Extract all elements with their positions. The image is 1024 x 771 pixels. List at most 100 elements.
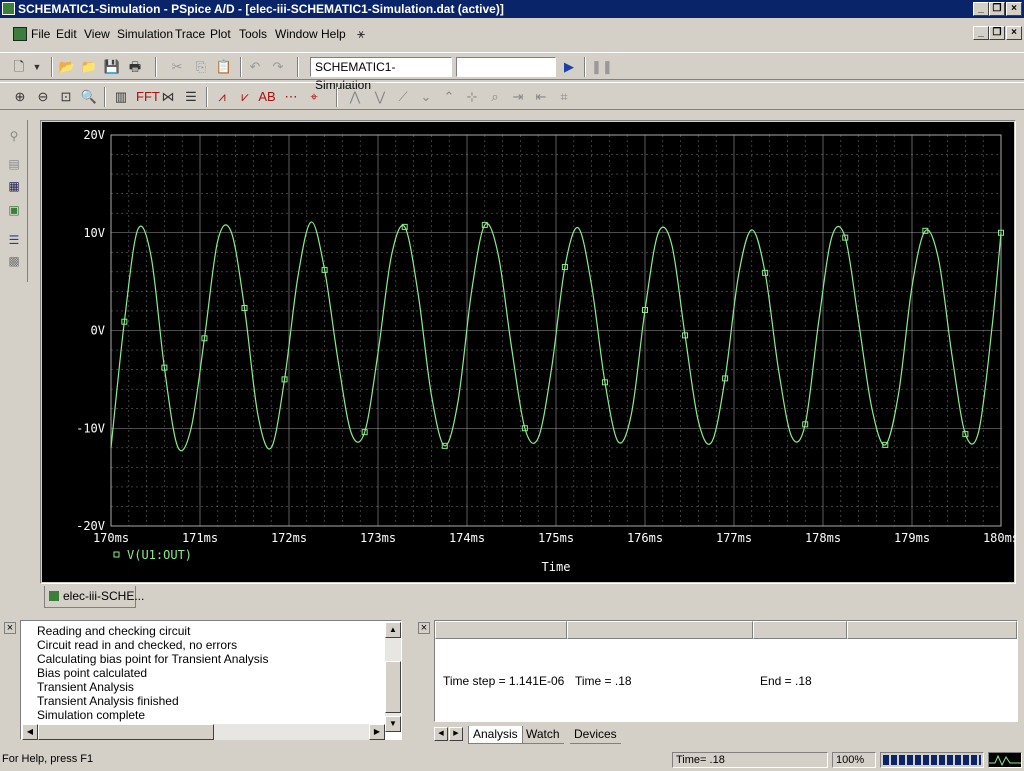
x-tick-label: 180ms <box>983 531 1015 545</box>
scroll-up-icon[interactable]: ▲ <box>385 622 401 638</box>
plot-canvas[interactable]: 170ms 171ms 172ms 173ms 174ms 175ms 176ms 177ms… <box>41 121 1015 583</box>
window-title: SCHEMATIC1-Simulation - PSpice A/D - [el… <box>18 2 504 16</box>
new-dropdown-arrow-icon[interactable]: ▼ <box>31 58 43 76</box>
menu-tools[interactable]: Tools <box>239 27 267 41</box>
scroll-left-icon[interactable]: ◀ <box>22 724 38 740</box>
log-line: Simulation complete <box>37 708 146 722</box>
log-line: Transient Analysis <box>37 680 134 694</box>
add-trace-icon[interactable]: ⩘ <box>213 88 231 106</box>
paste-icon[interactable]: 📋 <box>215 58 233 76</box>
tab-scroll-right-icon[interactable]: ▶ <box>449 727 463 741</box>
doc-minimize-button[interactable]: _ <box>973 26 989 40</box>
output-file-icon[interactable]: ▦ <box>5 178 23 194</box>
probe-icon[interactable]: ⚲ <box>5 128 23 144</box>
vertical-scroll-thumb[interactable] <box>385 661 401 713</box>
tab-analysis[interactable]: Analysis <box>468 726 523 744</box>
tab-devices[interactable]: Devices <box>570 726 621 744</box>
mark-label-icon[interactable]: ⌗ <box>555 88 573 106</box>
log-line: Calculating bias point for Transient Ana… <box>37 652 269 666</box>
status-bar: For Help, press F1 Time= .18 100% <box>0 750 1024 768</box>
fourier-icon[interactable]: FFT <box>136 88 160 106</box>
x-tick-label: 178ms <box>805 531 841 545</box>
status-zoom: 100% <box>832 752 876 768</box>
output-close-icon[interactable]: × <box>4 622 16 634</box>
menu-bar: File Edit View Simulation Trace Plot Too… <box>0 22 1024 46</box>
cursor-slope-icon[interactable]: ⟋ <box>394 88 412 106</box>
output-panel: × Reading and checking circuit Circuit r… <box>0 614 410 746</box>
menu-simulation[interactable]: Simulation <box>117 27 173 41</box>
scroll-down-icon[interactable]: ▼ <box>385 716 401 732</box>
delete-traces-icon[interactable]: ⩗ <box>236 88 254 106</box>
document-icon[interactable] <box>13 27 27 41</box>
cursor-trough-icon[interactable]: ⋁ <box>371 88 389 106</box>
watch-window-icon[interactable]: ▩ <box>5 253 23 269</box>
print-icon[interactable]: 🖶 <box>126 58 144 76</box>
doc-close-button[interactable]: × <box>1006 26 1022 40</box>
simulation-progress-fill <box>883 755 981 765</box>
simulation-status-panel: × Time step = 1.141E-06 Time = .18 End =… <box>414 614 1022 746</box>
menu-help[interactable]: Help <box>321 27 346 41</box>
cursor-max-icon[interactable]: ⌃ <box>440 88 458 106</box>
legend-label: V(U1:OUT) <box>127 548 192 562</box>
activity-waveform-icon <box>989 754 1021 767</box>
menu-trace[interactable]: Trace <box>175 27 205 41</box>
save-icon[interactable]: 💾 <box>103 58 121 76</box>
simulation-profile-select[interactable]: SCHEMATIC1-Simulation <box>310 57 452 92</box>
cursor-point-icon[interactable]: ⊹ <box>463 88 481 106</box>
netlist-icon[interactable]: ▤ <box>5 156 23 172</box>
message-window-icon[interactable]: ☰ <box>5 232 23 248</box>
zoom-area-icon[interactable]: ⊡ <box>57 88 75 106</box>
cursor-min-icon[interactable]: ⌄ <box>417 88 435 106</box>
maximize-button[interactable]: ❐ <box>989 2 1005 16</box>
horizontal-scroll-thumb[interactable] <box>38 724 214 740</box>
performance-analysis-icon[interactable]: ⋈ <box>159 88 177 106</box>
doc-restore-button[interactable]: ❐ <box>989 26 1005 40</box>
menu-file[interactable]: File <box>31 27 50 41</box>
undo-icon[interactable]: ↶ <box>246 58 264 76</box>
zoom-out-icon[interactable]: ⊖ <box>34 88 52 106</box>
axis-settings-icon[interactable]: ▥ <box>112 88 130 106</box>
cursor-next-transition-icon[interactable]: ⇥ <box>509 88 527 106</box>
section-select[interactable] <box>456 57 556 77</box>
status-close-icon[interactable]: × <box>418 622 430 634</box>
cursor-search-icon[interactable]: ⌕ <box>486 88 504 106</box>
y-tick-label: 0V <box>91 324 105 338</box>
menu-view[interactable]: View <box>84 27 110 41</box>
new-file-icon[interactable]: 🗋 <box>10 58 28 76</box>
status-header-cell <box>567 621 753 639</box>
context-help-icon[interactable]: ⚹ <box>352 25 370 43</box>
tab-scroll-left-icon[interactable]: ◀ <box>434 727 448 741</box>
evaluate-measurement-icon[interactable]: ☰ <box>182 88 200 106</box>
log-line: Reading and checking circuit <box>37 624 191 638</box>
close-button[interactable]: × <box>1006 2 1022 16</box>
run-simulation-icon[interactable]: ▶ <box>560 58 578 76</box>
cut-icon[interactable]: ✂ <box>168 58 186 76</box>
log-line: Bias point calculated <box>37 666 148 680</box>
mark-data-points-icon[interactable]: ⋯ <box>282 88 300 106</box>
pspice-app-icon[interactable] <box>2 2 15 15</box>
tab-watch[interactable]: Watch <box>522 726 564 744</box>
minimize-button[interactable]: _ <box>973 2 989 16</box>
open-simulation-icon[interactable]: 📁 <box>80 58 98 76</box>
zoom-in-icon[interactable]: ⊕ <box>11 88 29 106</box>
scroll-right-icon[interactable]: ▶ <box>369 724 385 740</box>
cursor-prev-transition-icon[interactable]: ⇤ <box>532 88 550 106</box>
plot-tab[interactable]: elec-iii-SCHE... <box>44 586 144 608</box>
x-tick-label: 170ms <box>93 531 129 545</box>
y-tick-label: -20V <box>76 519 105 533</box>
cursor-peak-icon[interactable]: ⋀ <box>346 88 364 106</box>
menu-plot[interactable]: Plot <box>210 27 231 41</box>
redo-icon[interactable]: ↷ <box>269 58 287 76</box>
toggle-cursor-icon[interactable]: ⌖ <box>305 88 323 106</box>
label-icon[interactable]: AB <box>258 88 276 106</box>
time-value: Time = .18 <box>575 674 632 688</box>
status-header-cell <box>847 621 1017 639</box>
output-log[interactable]: Reading and checking circuit Circuit rea… <box>20 620 402 740</box>
open-folder-icon[interactable]: 📂 <box>58 58 76 76</box>
simulation-results-icon[interactable]: ▣ <box>5 202 23 218</box>
zoom-fit-icon[interactable]: 🔍 <box>80 88 98 106</box>
copy-icon[interactable]: ⎘ <box>192 58 210 76</box>
menu-window[interactable]: Window <box>275 27 318 41</box>
pause-simulation-icon[interactable]: ❚❚ <box>591 58 613 76</box>
menu-edit[interactable]: Edit <box>56 27 77 41</box>
